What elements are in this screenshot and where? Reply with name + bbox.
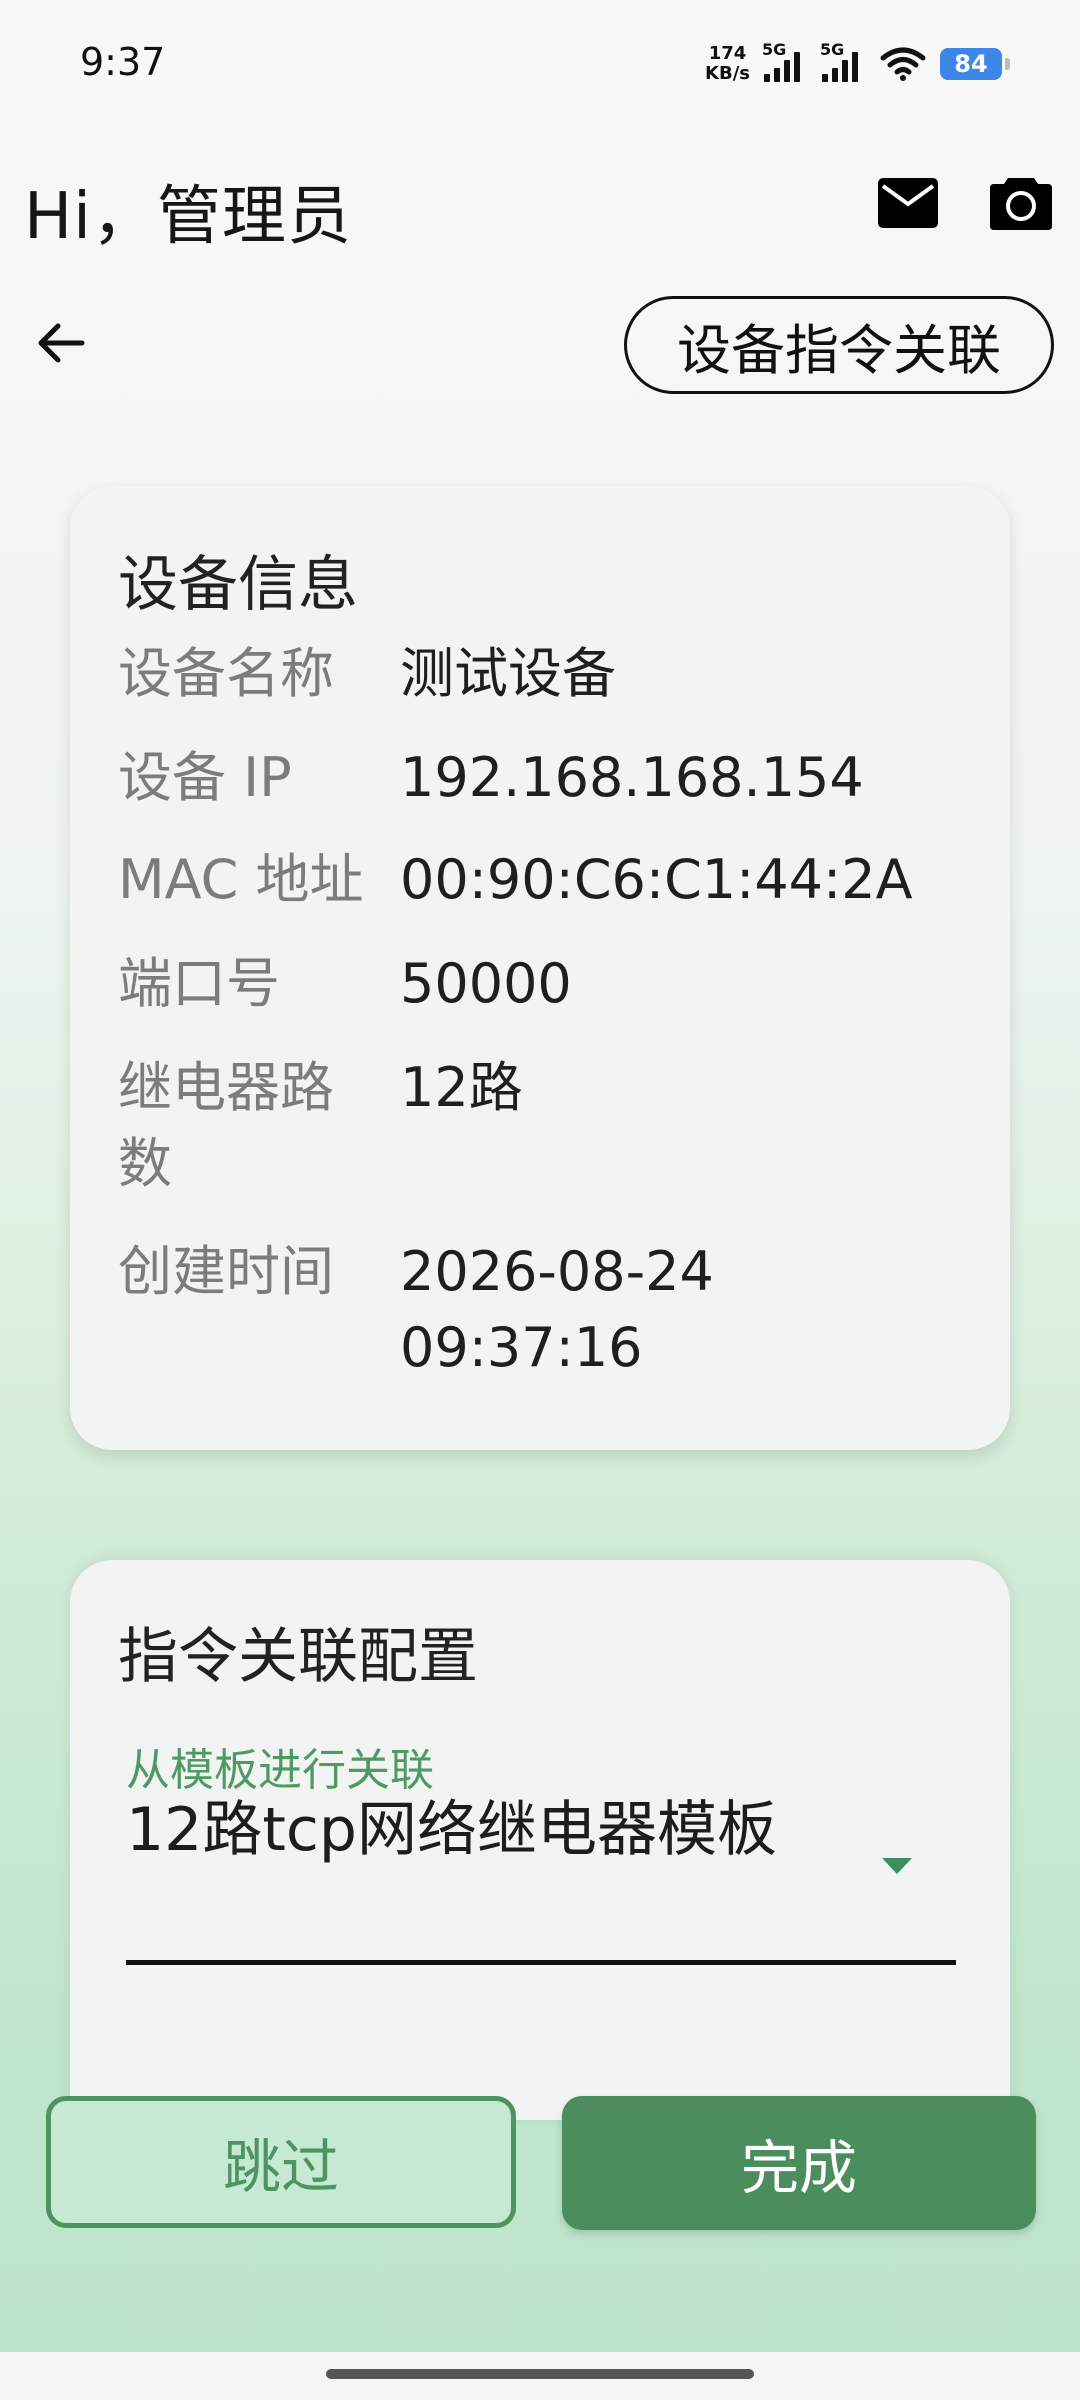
page-title: 设备指令关联	[624, 296, 1054, 394]
port-label: 端口号	[118, 952, 280, 1015]
arrow-left-icon[interactable]	[34, 316, 88, 370]
command-config-card: 指令关联配置 从模板进行关联 12路tcp网络继电器模板	[70, 1560, 1010, 2120]
device-name-label: 设备名称	[118, 642, 334, 705]
mail-icon[interactable]	[878, 178, 938, 228]
wifi-icon	[880, 47, 926, 81]
signal-icon-sim1: 5G	[762, 40, 808, 82]
device-ip-value: 192.168.168.154	[400, 746, 864, 809]
done-button[interactable]: 完成	[562, 2096, 1036, 2230]
device-ip-label: 设备 IP	[118, 746, 292, 809]
camera-icon[interactable]	[990, 172, 1052, 230]
device-info-title: 设备信息	[118, 550, 358, 620]
device-info-card: 设备信息 设备名称 测试设备 设备 IP 192.168.168.154 MAC…	[70, 486, 1010, 1450]
status-icons: 174 KB/s 5G 5G 84	[705, 40, 1010, 86]
dropdown-underline	[126, 1960, 956, 1965]
command-config-title: 指令关联配置	[118, 1622, 478, 1692]
status-time: 9:37	[80, 40, 166, 84]
relay-count-value: 12路	[400, 1056, 523, 1119]
greeting: Hi，管理员	[24, 180, 352, 254]
dropdown-arrow-icon[interactable]	[882, 1858, 912, 1874]
relay-count-label: 继电器路数	[118, 1056, 334, 1195]
created-time-label: 创建时间	[118, 1240, 334, 1303]
port-value: 50000	[400, 952, 572, 1015]
created-time-value: 2026-08-24 09:37:16	[400, 1240, 714, 1379]
device-name-value: 测试设备	[400, 642, 616, 705]
template-dropdown[interactable]: 12路tcp网络继电器模板	[126, 1786, 826, 1874]
network-speed: 174 KB/s	[705, 43, 750, 84]
signal-icon-sim2: 5G	[820, 40, 866, 82]
battery-icon: 84	[940, 48, 1010, 80]
mac-address-value: 00:90:C6:C1:44:2A	[400, 848, 913, 911]
skip-button[interactable]: 跳过	[46, 2096, 516, 2228]
mac-address-label: MAC 地址	[118, 848, 364, 911]
home-indicator[interactable]	[326, 2369, 754, 2379]
